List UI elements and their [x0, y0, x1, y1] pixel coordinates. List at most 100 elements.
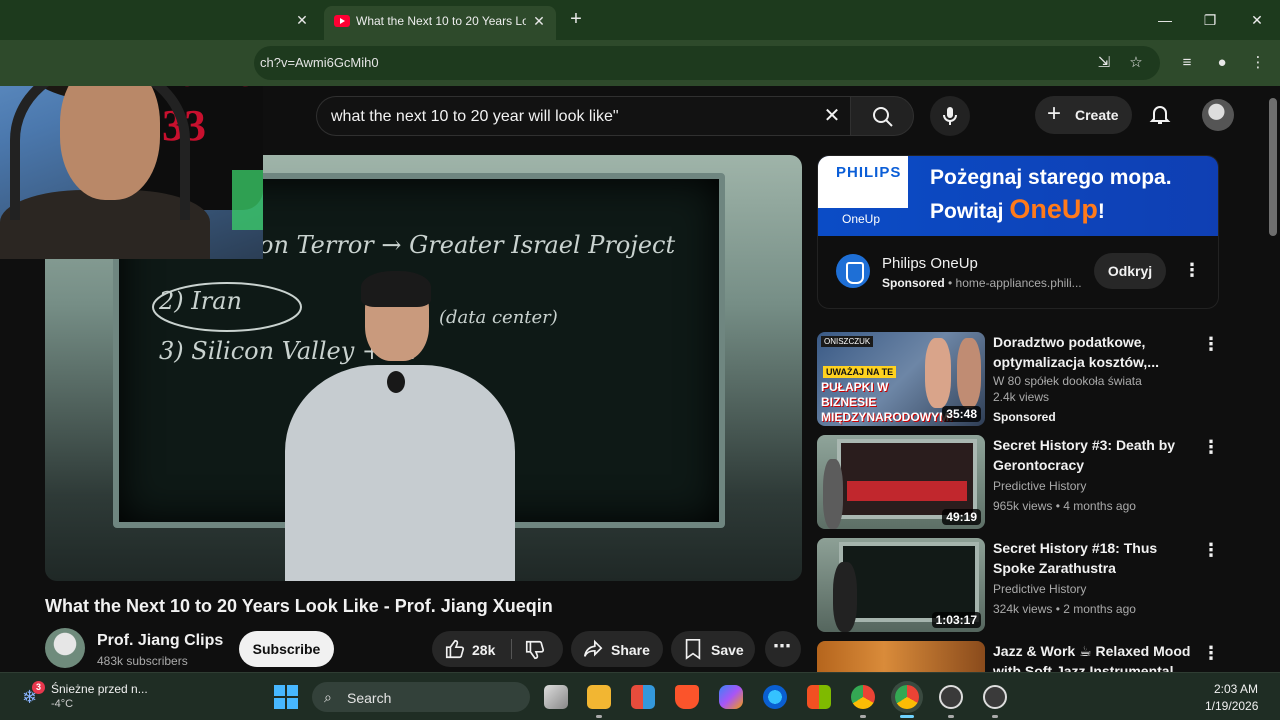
- plus-icon: +: [1047, 100, 1062, 127]
- media-controls-icon[interactable]: ≡: [1176, 52, 1198, 74]
- active-tab[interactable]: What the Next 10 to 20 Years Look Like -…: [324, 6, 556, 40]
- more-vertical-icon[interactable]: ⋮: [1182, 260, 1202, 280]
- save-button[interactable]: Save: [671, 631, 755, 667]
- clock-time[interactable]: 2:03 AM: [1214, 682, 1258, 696]
- recommendation-title[interactable]: Doradztwo podatkowe, optymalizacja koszt…: [993, 332, 1203, 372]
- recommendation-stats: 2.4k views: [993, 390, 1050, 404]
- more-vertical-icon[interactable]: ⋮: [1201, 437, 1221, 457]
- chrome-active-icon[interactable]: [895, 685, 919, 709]
- media-player-icon[interactable]: [983, 685, 1007, 709]
- ad-cta-button[interactable]: Odkryj: [1094, 253, 1166, 289]
- subscribe-button[interactable]: Subscribe: [239, 631, 334, 667]
- ad-meta: Sponsored • home-appliances.phili...: [882, 276, 1082, 290]
- weather-temp[interactable]: -4°C: [51, 698, 73, 710]
- youtube-page: what the next 10 to 20 year will look li…: [0, 86, 1280, 672]
- microsoft-store-icon[interactable]: [807, 685, 831, 709]
- install-app-icon[interactable]: ⇲: [1094, 53, 1114, 73]
- subscriber-count: 483k subscribers: [97, 654, 188, 668]
- microphone-icon: [943, 107, 957, 125]
- app-icon[interactable]: [631, 685, 655, 709]
- video-thumbnail[interactable]: [817, 641, 985, 672]
- bookmark-star-icon[interactable]: ☆: [1126, 53, 1146, 73]
- share-icon: [583, 639, 603, 657]
- recommendation-channel[interactable]: Predictive History: [993, 582, 1086, 596]
- address-bar[interactable]: ch?v=Awmi6GcMih0 ⇲ ☆: [254, 46, 1160, 80]
- create-button[interactable]: + Create: [1035, 96, 1132, 134]
- tab-close-icon[interactable]: ✕: [530, 12, 548, 30]
- search-input[interactable]: what the next 10 to 20 year will look li…: [316, 96, 850, 136]
- restore-icon[interactable]: ❐: [1197, 8, 1223, 32]
- minimize-icon[interactable]: —: [1152, 8, 1178, 32]
- video-thumbnail[interactable]: 49:19: [817, 435, 985, 529]
- like-icon[interactable]: [444, 638, 466, 660]
- weather-title[interactable]: Śnieżne przed n...: [51, 682, 148, 696]
- edge-browser-icon[interactable]: [763, 685, 787, 709]
- taskbar: ❄ 3 Śnieżne przed n... -4°C ⌕ Search 2:0…: [0, 672, 1280, 720]
- save-label: Save: [711, 642, 744, 658]
- voice-search-button[interactable]: [930, 96, 970, 136]
- brave-browser-icon[interactable]: [675, 685, 699, 709]
- page-scrollbar[interactable]: [1266, 86, 1280, 672]
- recommendation-stats: 965k views • 4 months ago: [993, 499, 1136, 513]
- video-thumbnail[interactable]: 1:03:17: [817, 538, 985, 632]
- like-count[interactable]: 28k: [472, 642, 495, 658]
- recommendation-title[interactable]: Secret History #18: Thus Spoke Zarathust…: [993, 538, 1203, 578]
- recommendation-item[interactable]: 1:03:17 Secret History #18: Thus Spoke Z…: [817, 538, 1227, 634]
- presenter: [255, 271, 525, 581]
- channel-avatar[interactable]: [45, 628, 85, 668]
- recommendation-item[interactable]: Jazz & Work ☕ Relaxed Mood with Soft Jaz…: [817, 641, 1227, 672]
- more-actions-button[interactable]: ⋯: [765, 631, 801, 667]
- recommendation-item[interactable]: 49:19 Secret History #3: Death by Geront…: [817, 435, 1227, 531]
- search-button[interactable]: [850, 96, 914, 136]
- recommendation-channel[interactable]: W 80 spółek dookoła świata: [993, 374, 1142, 388]
- search-icon: [873, 107, 893, 127]
- sponsored-ad-card[interactable]: PHILIPS OneUp Pożegnaj starego mopa. Pow…: [817, 155, 1219, 309]
- previous-tab-close-icon[interactable]: ✕: [292, 10, 312, 30]
- video-duration: 1:03:17: [931, 612, 981, 628]
- clear-search-icon[interactable]: ✕: [821, 105, 843, 127]
- dislike-icon[interactable]: [524, 639, 546, 661]
- file-explorer-icon[interactable]: [587, 685, 611, 709]
- browser-toolbar: ch?v=Awmi6GcMih0 ⇲ ☆ ≡ ● ⋮: [0, 40, 1280, 86]
- chalk-line: on Terror → Greater Israel Project: [259, 231, 676, 259]
- search-query[interactable]: what the next 10 to 20 year will look li…: [331, 108, 619, 126]
- notifications-bell-icon[interactable]: [1148, 102, 1172, 126]
- clock-date[interactable]: 1/19/2026: [1205, 699, 1258, 713]
- profile-icon[interactable]: ●: [1211, 52, 1233, 74]
- channel-name[interactable]: Prof. Jiang Clips: [97, 632, 223, 650]
- ad-headline-2: Powitaj OneUp!: [930, 194, 1105, 224]
- taskbar-search-label: Search: [347, 690, 392, 706]
- create-label: Create: [1075, 107, 1119, 123]
- ad-brand-sub: OneUp: [842, 212, 881, 226]
- recommendation-stats: 324k views • 2 months ago: [993, 602, 1136, 616]
- obs-icon[interactable]: [939, 685, 963, 709]
- taskbar-search[interactable]: ⌕ Search: [312, 682, 530, 712]
- streamer-webcam-overlay: BULLS 33: [0, 86, 263, 259]
- chrome-icon[interactable]: [851, 685, 875, 709]
- copilot-icon[interactable]: [719, 685, 743, 709]
- recommendation-title[interactable]: Jazz & Work ☕ Relaxed Mood with Soft Jaz…: [993, 641, 1203, 672]
- task-view-icon[interactable]: [544, 685, 568, 709]
- ad-banner[interactable]: PHILIPS OneUp Pożegnaj starego mopa. Pow…: [818, 156, 1218, 236]
- browser-menu-icon[interactable]: ⋮: [1247, 52, 1269, 74]
- weather-badge: 3: [32, 681, 45, 694]
- video-thumbnail[interactable]: ONISZCZUK UWAŻAJ NA TE PUŁAPKI W BIZNESI…: [817, 332, 985, 426]
- browser-tab-strip: ✕ What the Next 10 to 20 Years Look Like…: [0, 0, 1280, 40]
- advertiser-logo-icon: [836, 254, 870, 288]
- sponsored-badge: Sponsored: [993, 410, 1056, 424]
- recommendation-channel[interactable]: Predictive History: [993, 479, 1086, 493]
- like-dislike-group: 28k: [432, 631, 563, 667]
- more-vertical-icon[interactable]: ⋮: [1201, 643, 1221, 663]
- recommendation-title[interactable]: Secret History #3: Death by Gerontocracy: [993, 435, 1203, 475]
- more-horizontal-icon: ⋯: [773, 636, 791, 656]
- account-avatar[interactable]: [1202, 99, 1234, 131]
- more-vertical-icon[interactable]: ⋮: [1201, 334, 1221, 354]
- new-tab-icon[interactable]: +: [566, 9, 586, 29]
- more-vertical-icon[interactable]: ⋮: [1201, 540, 1221, 560]
- windows-start-icon[interactable]: [274, 685, 298, 709]
- close-icon[interactable]: ✕: [1244, 8, 1270, 32]
- scrollbar-thumb[interactable]: [1269, 98, 1277, 236]
- share-button[interactable]: Share: [571, 631, 663, 667]
- recommendation-item[interactable]: ONISZCZUK UWAŻAJ NA TE PUŁAPKI W BIZNESI…: [817, 332, 1227, 428]
- address-url[interactable]: ch?v=Awmi6GcMih0: [260, 55, 379, 70]
